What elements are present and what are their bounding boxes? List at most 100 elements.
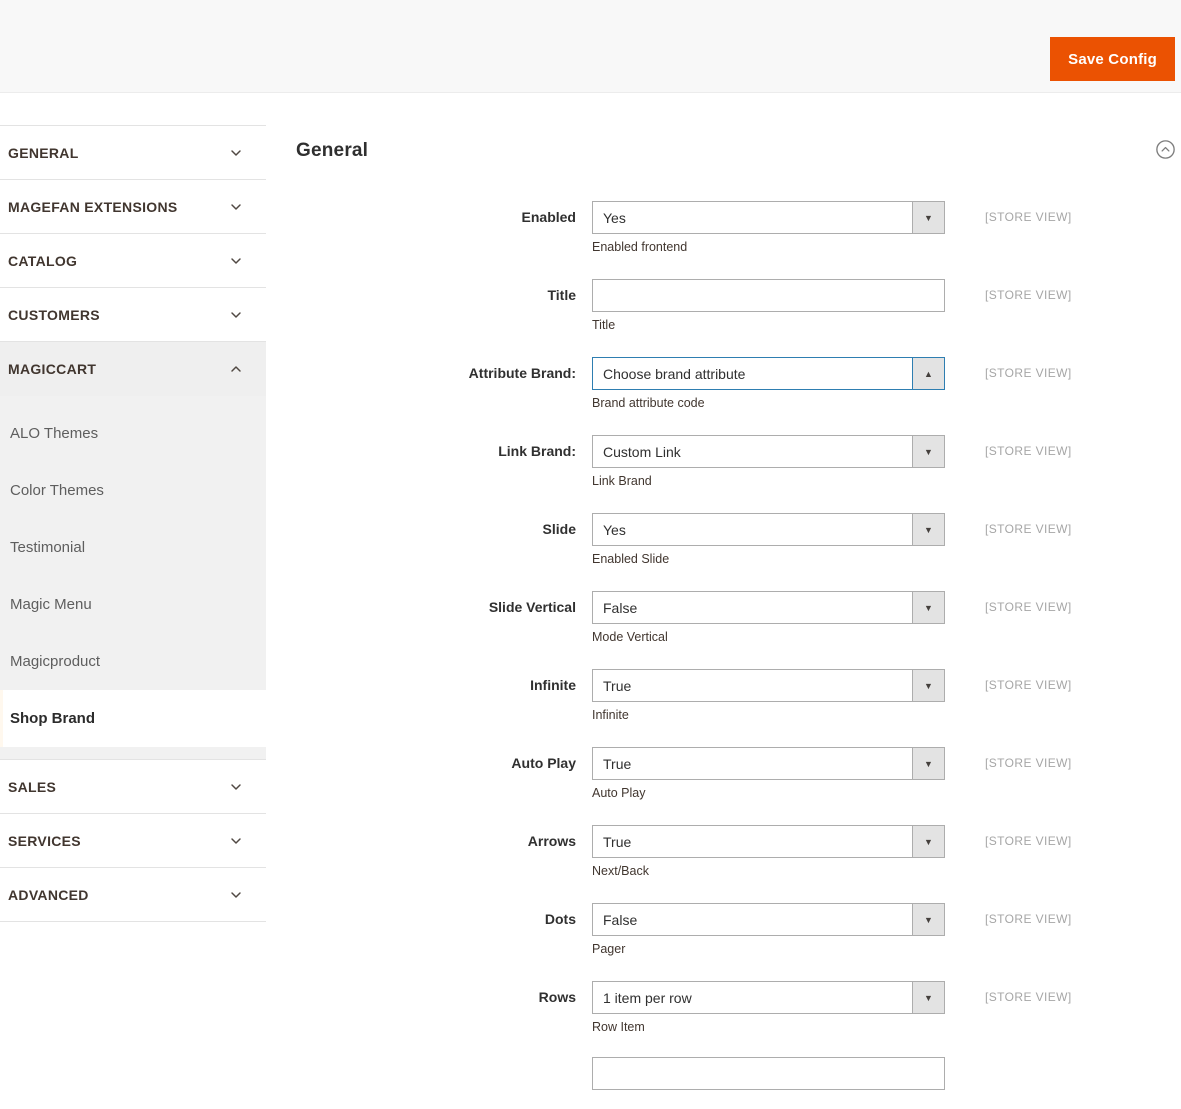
field-control-column: Yes ▼ Enabled frontend [592, 201, 945, 254]
select-value: Yes [603, 521, 626, 538]
field-control-column: Choose brand attribute ▲ Brand attribute c… [592, 357, 945, 410]
chevron-down-icon [228, 199, 244, 215]
field-label: Slide [542, 521, 576, 537]
field-label: Title [547, 287, 576, 303]
admin-config-page: Save Config GENERAL MAGEFAN EXTENSIONS CAT… [0, 0, 1181, 1109]
sidebar-item-shop-brand[interactable]: Shop Brand [0, 690, 266, 747]
arrows-select[interactable]: True ▼ [592, 825, 945, 858]
chevron-up-icon [228, 361, 244, 377]
slide-select[interactable]: Yes ▼ [592, 513, 945, 546]
chevron-down-icon [228, 833, 244, 849]
sidebar-item-magefan-extensions[interactable]: MAGEFAN EXTENSIONS [0, 180, 266, 234]
field-control-column: 1 item per row ▼ Row Item [592, 981, 945, 1034]
field-row-partial [296, 1057, 1177, 1090]
link-brand-select[interactable]: Custom Link ▼ [592, 435, 945, 468]
field-row-auto-play: Auto Play True ▼ Auto Play [STORE VIEW] [296, 747, 1177, 800]
field-control-column: Custom Link ▼ Link Brand [592, 435, 945, 488]
scope-badge: [STORE VIEW] [985, 288, 1072, 302]
dropdown-arrow-up-icon[interactable]: ▲ [912, 358, 944, 389]
scope-badge: [STORE VIEW] [985, 912, 1072, 926]
dropdown-arrow-down-icon[interactable]: ▼ [912, 514, 944, 545]
save-config-button[interactable]: Save Config [1050, 37, 1175, 81]
sidebar-item-advanced[interactable]: ADVANCED [0, 868, 266, 922]
config-content: General Enabled Yes ▼ Enabled frontend [STOR… [266, 93, 1181, 1109]
sidebar-item-magiccart[interactable]: MAGICCART [0, 342, 266, 396]
sidebar-section-label: CUSTOMERS [8, 306, 100, 323]
field-label: Attribute Brand: [468, 365, 576, 381]
dropdown-arrow-down-icon[interactable]: ▼ [912, 670, 944, 701]
dropdown-arrow-down-icon[interactable]: ▼ [912, 826, 944, 857]
slide-vertical-select[interactable]: False ▼ [592, 591, 945, 624]
select-value: True [603, 755, 632, 772]
sidebar-section-label: MAGEFAN EXTENSIONS [8, 198, 178, 215]
scope-badge: [STORE VIEW] [985, 756, 1072, 770]
sidebar-item-alo-themes[interactable]: ALO Themes [0, 405, 266, 462]
auto-play-select[interactable]: True ▼ [592, 747, 945, 780]
infinite-select[interactable]: True ▼ [592, 669, 945, 702]
page-header: Save Config [0, 0, 1181, 93]
dots-select[interactable]: False ▼ [592, 903, 945, 936]
enabled-select[interactable]: Yes ▼ [592, 201, 945, 234]
scope-badge: [STORE VIEW] [985, 366, 1072, 380]
dropdown-arrow-down-icon[interactable]: ▼ [912, 904, 944, 935]
sidebar-item-color-themes[interactable]: Color Themes [0, 462, 266, 519]
select-value: Choose brand attribute [603, 365, 746, 382]
sidebar-section-label: MAGICCART [8, 361, 97, 377]
dropdown-arrow-down-icon[interactable]: ▼ [912, 436, 944, 467]
collapse-section-button[interactable] [1154, 138, 1177, 164]
field-control-column: False ▼ Pager [592, 903, 945, 956]
field-control-column [592, 1057, 945, 1090]
sidebar-item-services[interactable]: SERVICES [0, 814, 266, 868]
chevron-down-icon [228, 253, 244, 269]
dropdown-arrow-down-icon[interactable]: ▼ [912, 592, 944, 623]
field-note: Brand attribute code [592, 396, 705, 410]
field-row-title: Title Title [STORE VIEW] [296, 279, 1177, 332]
sidebar-item-testimonial[interactable]: Testimonial [0, 519, 266, 576]
field-row-rows: Rows 1 item per row ▼ Row Item [STORE VIEW] [296, 981, 1177, 1034]
sidebar-section-label: SERVICES [8, 832, 81, 849]
field-note: Enabled frontend [592, 240, 688, 254]
field-control-column: False ▼ Mode Vertical [592, 591, 945, 644]
section-header: General [296, 138, 1177, 164]
config-sidebar: GENERAL MAGEFAN EXTENSIONS CATALOG CUSTOMER… [0, 125, 266, 922]
field-note: Pager [592, 942, 626, 956]
field-label: Slide Vertical [488, 599, 576, 615]
sidebar-item-sales[interactable]: SALES [0, 760, 266, 814]
select-value: False [603, 911, 638, 928]
sidebar-item-general[interactable]: GENERAL [0, 126, 266, 180]
field-note: Next/Back [592, 864, 649, 878]
select-value: True [603, 677, 632, 694]
sidebar-subsection-list: ALO Themes Color Themes Testimonial Magic M… [0, 396, 266, 760]
sidebar-section-label: CATALOG [8, 252, 78, 269]
title-input[interactable] [592, 279, 945, 312]
dropdown-arrow-down-icon[interactable]: ▼ [912, 982, 944, 1013]
sidebar-section-label: GENERAL [8, 144, 79, 161]
sidebar-item-magic-menu[interactable]: Magic Menu [0, 576, 266, 633]
field-control-column: True ▼ Infinite [592, 669, 945, 722]
attribute-brand-select[interactable]: Choose brand attribute ▲ [592, 357, 945, 390]
field-note: Title [592, 318, 616, 332]
dropdown-arrow-down-icon[interactable]: ▼ [912, 202, 944, 233]
field-label: Enabled [521, 209, 576, 225]
sidebar-item-customers[interactable]: CUSTOMERS [0, 288, 266, 342]
field-control-column: Yes ▼ Enabled Slide [592, 513, 945, 566]
sidebar-item-magicproduct[interactable]: Magicproduct [0, 633, 266, 690]
select-value: 1 item per row [603, 989, 692, 1006]
sidebar-item-catalog[interactable]: CATALOG [0, 234, 266, 288]
partial-field[interactable] [592, 1057, 945, 1090]
field-label: Arrows [527, 833, 576, 849]
rows-select[interactable]: 1 item per row ▼ [592, 981, 945, 1014]
field-row-infinite: Infinite True ▼ Infinite [STORE VIEW] [296, 669, 1177, 722]
chevron-down-icon [228, 887, 244, 903]
section-title: General [296, 140, 369, 161]
field-row-enabled: Enabled Yes ▼ Enabled frontend [STORE VIEW] [296, 201, 1177, 254]
sidebar-section-label: SALES [8, 778, 57, 795]
field-label: Infinite [530, 677, 576, 693]
scope-badge: [STORE VIEW] [985, 678, 1072, 692]
dropdown-arrow-down-icon[interactable]: ▼ [912, 748, 944, 779]
field-label: Auto Play [511, 755, 576, 771]
select-value: False [603, 599, 638, 616]
field-label: Dots [544, 911, 576, 927]
field-control-column: Title [592, 279, 945, 332]
field-note: Mode Vertical [592, 630, 668, 644]
